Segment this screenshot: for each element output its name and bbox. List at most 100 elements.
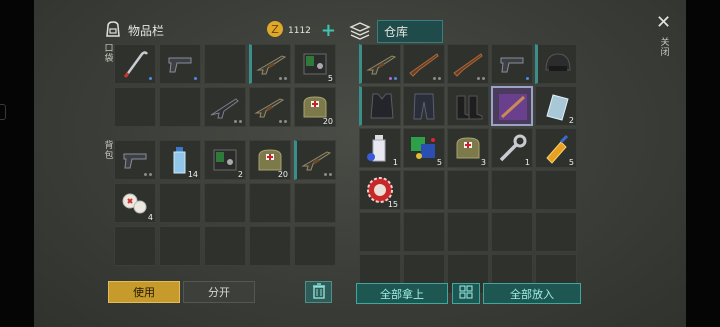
inventory-slot[interactable]: 1	[491, 128, 533, 168]
medkit-icon	[456, 137, 480, 159]
inventory-slot[interactable]	[535, 44, 577, 84]
spray-can-icon	[367, 135, 386, 162]
inventory-slot[interactable]	[114, 140, 156, 180]
inventory-slot[interactable]	[249, 44, 291, 84]
inventory-slot[interactable]	[403, 86, 445, 126]
inventory-slot[interactable]	[294, 140, 336, 180]
radio-icon	[213, 149, 237, 171]
empty-slot[interactable]	[447, 212, 489, 252]
warehouse-grid: 2 1 5 3 1 5 15	[359, 44, 577, 294]
sort-button[interactable]	[452, 283, 480, 304]
inventory-slot[interactable]: 4	[114, 183, 156, 223]
rifle-icon	[301, 151, 332, 171]
backpack-grid: 14 2 20 4	[114, 140, 336, 266]
bandage-icon	[122, 193, 147, 214]
boots-icon	[456, 95, 483, 120]
crowbar-icon	[123, 51, 149, 78]
pocket-grid: 5 20	[114, 44, 336, 127]
empty-slot[interactable]	[403, 170, 445, 210]
pistol-icon	[123, 153, 147, 169]
split-button[interactable]: 分开	[183, 281, 255, 303]
empty-slot[interactable]	[114, 87, 156, 127]
glass-icon	[546, 94, 569, 121]
empty-slot[interactable]	[359, 212, 401, 252]
inventory-slot[interactable]	[447, 86, 489, 126]
empty-slot[interactable]	[294, 183, 336, 223]
inventory-slot[interactable]: 5	[294, 44, 336, 84]
pocket-label: 口袋	[104, 44, 114, 64]
inventory-slot[interactable]: 15	[359, 170, 401, 210]
trash-icon	[312, 282, 326, 302]
empty-slot[interactable]	[159, 87, 201, 127]
item-count: 1	[524, 158, 530, 167]
item-count: 2	[568, 116, 574, 125]
item-count: 5	[436, 158, 442, 167]
side-handle-icon	[0, 104, 6, 120]
take-all-button[interactable]: 全部拿上	[356, 283, 448, 304]
inventory-slot[interactable]: 14	[159, 140, 201, 180]
armor-vest-icon	[370, 93, 394, 119]
empty-slot[interactable]	[159, 183, 201, 223]
warehouse-title[interactable]: 仓库	[377, 20, 443, 43]
inventory-slot[interactable]	[159, 44, 201, 84]
empty-slot[interactable]	[491, 170, 533, 210]
inventory-slot[interactable]: 5	[403, 128, 445, 168]
close-icon[interactable]: ✕	[656, 12, 671, 33]
empty-slot[interactable]	[294, 226, 336, 266]
inventory-slot[interactable]: 2	[204, 140, 246, 180]
backpack-label: 背包	[104, 141, 114, 161]
close-label[interactable]: 关闭	[660, 38, 670, 58]
inventory-slot[interactable]: 2	[535, 86, 577, 126]
empty-slot[interactable]	[159, 226, 201, 266]
inventory-slot[interactable]	[491, 44, 533, 84]
item-count: 1	[392, 158, 398, 167]
item-count: 14	[187, 170, 198, 179]
pistol-icon	[500, 57, 524, 73]
coin-amount: 1112	[288, 25, 311, 36]
item-count: 20	[322, 117, 333, 126]
use-button[interactable]: 使用	[108, 281, 180, 303]
grid-sort-icon	[459, 285, 473, 302]
inventory-slot[interactable]	[447, 44, 489, 84]
inventory-slot[interactable]: 20	[294, 87, 336, 127]
item-count: 3	[480, 158, 486, 167]
inventory-slot[interactable]: 1	[359, 128, 401, 168]
inventory-slot[interactable]	[403, 44, 445, 84]
item-count: 4	[147, 213, 153, 222]
pants-icon	[413, 93, 435, 120]
empty-slot[interactable]	[447, 170, 489, 210]
put-all-button[interactable]: 全部放入	[483, 283, 581, 304]
inventory-title: 物品栏	[128, 24, 165, 38]
item-count: 15	[387, 200, 398, 209]
inventory-slot[interactable]	[491, 86, 533, 126]
empty-slot[interactable]	[204, 44, 246, 84]
trash-button[interactable]	[305, 281, 332, 303]
coin-icon: Z	[266, 20, 284, 41]
inventory-slot[interactable]	[359, 86, 401, 126]
empty-slot[interactable]	[249, 183, 291, 223]
crafting-parts-icon	[411, 137, 435, 159]
svg-text:Z: Z	[271, 23, 279, 36]
empty-slot[interactable]	[249, 226, 291, 266]
inventory-slot[interactable]	[114, 44, 156, 84]
glue-icon	[546, 134, 569, 164]
quality-dots	[433, 77, 441, 80]
add-coins-button[interactable]: +	[321, 20, 336, 41]
empty-slot[interactable]	[535, 212, 577, 252]
empty-slot[interactable]	[535, 170, 577, 210]
quality-dots	[279, 120, 287, 123]
empty-slot[interactable]	[204, 183, 246, 223]
inventory-slot[interactable]: 20	[249, 140, 291, 180]
inventory-slot[interactable]: 5	[535, 128, 577, 168]
inventory-slot[interactable]	[204, 87, 246, 127]
inventory-slot[interactable]	[359, 44, 401, 84]
empty-slot[interactable]	[403, 212, 445, 252]
warehouse-header: 仓库	[349, 20, 443, 43]
inventory-slot[interactable]: 3	[447, 128, 489, 168]
empty-slot[interactable]	[204, 226, 246, 266]
left-letterbox	[0, 0, 34, 327]
empty-slot[interactable]	[491, 212, 533, 252]
empty-slot[interactable]	[114, 226, 156, 266]
quality-dots	[144, 173, 152, 176]
inventory-slot[interactable]	[249, 87, 291, 127]
